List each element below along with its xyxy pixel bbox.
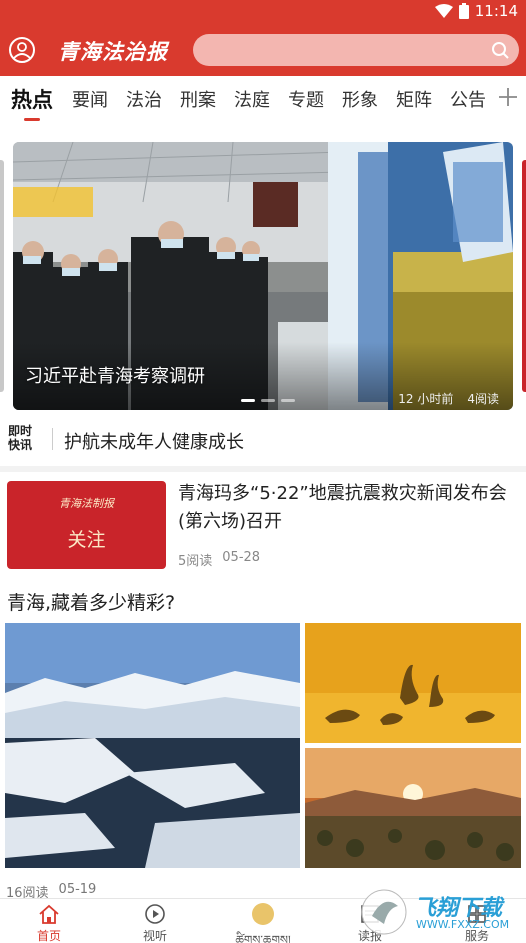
tibetan-logo-icon — [252, 903, 274, 925]
tab-notice[interactable]: 公告 — [450, 86, 486, 112]
gallery-image-swans[interactable] — [305, 623, 521, 743]
flash-logo-line2: 快讯 — [8, 438, 33, 452]
nav-tibetan[interactable]: ཚིགས་ཆགས། — [218, 903, 308, 943]
nav-home[interactable]: 首页 — [4, 903, 94, 943]
news-reads: 5阅读 — [178, 554, 213, 569]
section-divider — [0, 466, 526, 472]
carousel-dot-active — [241, 399, 255, 402]
carousel-dot — [281, 399, 295, 402]
site-watermark: 飞翔下载 WWW.FXXZ.COM — [358, 884, 523, 940]
carousel-dot — [261, 399, 275, 402]
gallery-title[interactable]: 青海,藏着多少精彩? — [7, 588, 175, 615]
swans-photo — [305, 623, 521, 743]
status-icons: 11:14 — [434, 2, 518, 20]
user-avatar-button[interactable] — [9, 37, 35, 63]
nav-tibetan-label: ཚིགས་ཆགས། — [235, 933, 291, 943]
news-thumbnail: 青海法制报 关注 — [7, 481, 166, 569]
nav-media[interactable]: 视听 — [110, 903, 200, 943]
tab-news[interactable]: 要闻 — [72, 86, 108, 112]
flash-news-text[interactable]: 护航未成年人健康成长 — [64, 428, 244, 454]
next-slide-peek[interactable] — [522, 160, 526, 392]
home-icon — [39, 904, 59, 924]
sunrise-photo — [305, 748, 521, 868]
carousel-dots — [241, 399, 295, 402]
banner-time: 12 小时前 — [398, 392, 454, 406]
news-item[interactable]: 青海法制报 关注 青海玛多“5·22”地震抗震救灾新闻发布会(第六场)召开 5阅… — [0, 476, 526, 576]
tab-matrix[interactable]: 矩阵 — [396, 86, 432, 112]
flash-logo-line1: 即时 — [8, 424, 33, 438]
tab-court[interactable]: 法庭 — [234, 86, 270, 112]
search-input[interactable] — [193, 34, 519, 66]
user-icon — [13, 42, 31, 59]
watermark-url: WWW.FXXZ.COM — [416, 918, 510, 931]
search-icon[interactable] — [491, 41, 509, 59]
banner-slide[interactable]: 习近平赴青海考察调研 12 小时前 4阅读 — [13, 142, 513, 410]
flash-news-bar[interactable]: 即时 快讯 护航未成年人健康成长 — [0, 414, 526, 464]
news-meta: 5阅读 05-28 — [178, 550, 260, 569]
active-tab-indicator — [24, 118, 40, 121]
nav-media-label: 视听 — [142, 929, 167, 943]
category-tabs: 热点 要闻 法治 刑案 法庭 专题 形象 矩阵 公告 — [0, 76, 526, 122]
tab-topic[interactable]: 专题 — [288, 86, 324, 112]
gallery-image-main[interactable] — [5, 623, 300, 868]
thumb-word: 关注 — [67, 529, 106, 551]
news-date: 05-28 — [222, 550, 261, 565]
banner-carousel: 习近平赴青海考察调研 12 小时前 4阅读 — [0, 140, 526, 412]
app-logo: 青海法治报 — [58, 39, 168, 64]
add-tab-icon[interactable] — [497, 86, 519, 108]
divider — [52, 428, 53, 450]
tab-law[interactable]: 法治 — [126, 86, 162, 112]
thumb-logo: 青海法制报 — [59, 497, 114, 510]
flash-news-logo: 即时 快讯 — [8, 424, 42, 454]
tab-image[interactable]: 形象 — [342, 86, 378, 112]
app-header: 青海法治报 — [0, 24, 526, 76]
banner-reads: 4阅读 — [467, 392, 499, 406]
tab-criminal[interactable]: 刑案 — [180, 86, 216, 112]
banner-meta: 12 小时前 4阅读 — [398, 390, 499, 407]
battery-icon — [458, 3, 469, 19]
status-bar: 11:14 — [0, 0, 526, 24]
status-time: 11:14 — [474, 2, 518, 20]
snow-lake-photo — [5, 623, 300, 868]
gallery-image-sunrise[interactable] — [305, 748, 521, 868]
banner-title: 习近平赴青海考察调研 — [25, 366, 205, 387]
play-icon — [145, 904, 165, 924]
tab-hot[interactable]: 热点 — [11, 84, 53, 114]
wifi-icon — [434, 4, 453, 18]
nav-home-label: 首页 — [36, 929, 61, 943]
news-title[interactable]: 青海玛多“5·22”地震抗震救灾新闻发布会(第六场)召开 — [178, 480, 513, 536]
prev-slide-peek[interactable] — [0, 160, 4, 392]
